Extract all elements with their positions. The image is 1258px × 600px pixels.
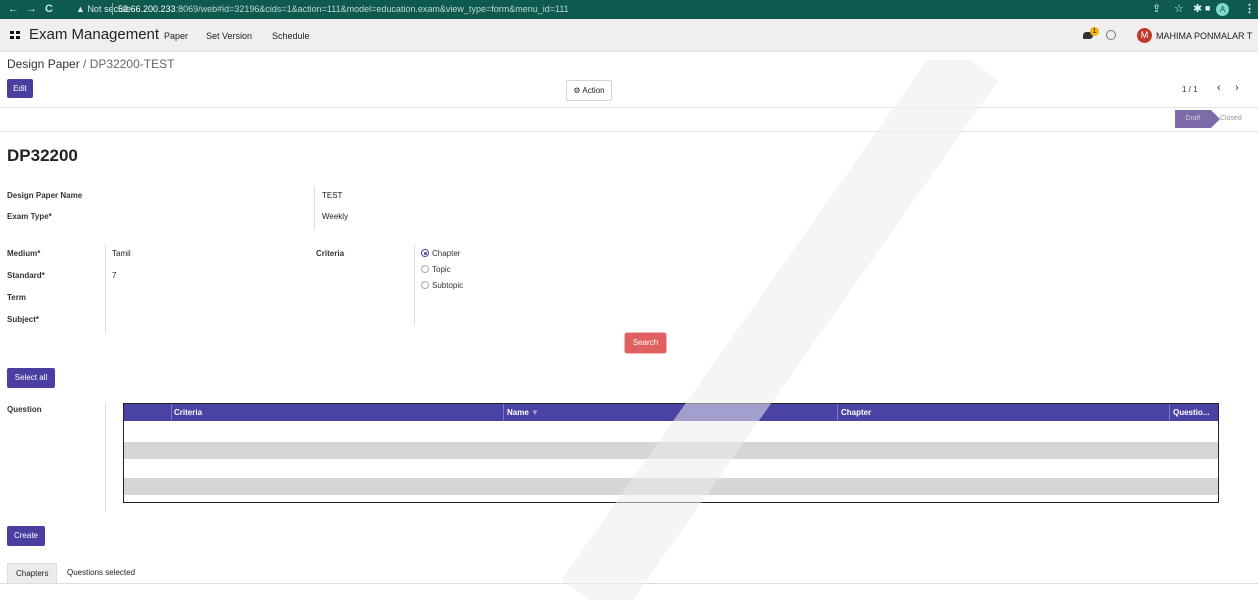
table-row xyxy=(124,424,1218,441)
share-icon[interactable]: ⇪ xyxy=(1152,2,1161,15)
star-icon[interactable]: ☆ xyxy=(1174,2,1184,15)
subject-label: Subject* xyxy=(7,315,40,324)
profile-avatar[interactable]: A xyxy=(1216,3,1229,16)
criteria-option-subtopic[interactable]: Subtopic xyxy=(432,281,463,290)
pager-value[interactable]: 1 / 1 xyxy=(1182,85,1198,94)
field-divider xyxy=(414,244,415,326)
status-closed[interactable]: Closed xyxy=(1220,110,1242,128)
breadcrumb: Design Paper / DP32200-TEST xyxy=(7,57,174,71)
tab-questions-selected[interactable]: Questions selected xyxy=(67,563,135,583)
exam-type-value: Weekly xyxy=(322,212,349,221)
table-header: Criteria Name ▼ Chapter Questio... xyxy=(124,404,1218,421)
watermark xyxy=(561,60,999,600)
design-paper-name-value: TEST xyxy=(322,191,343,200)
column-chapter[interactable]: Chapter xyxy=(841,408,871,417)
status-bar xyxy=(0,107,1258,132)
url-separator xyxy=(112,3,113,15)
back-icon[interactable]: ← xyxy=(8,3,19,15)
column-name[interactable]: Name ▼ xyxy=(507,408,539,417)
extension-icon[interactable]: ✱ xyxy=(1193,2,1202,15)
criteria-radio-topic[interactable] xyxy=(421,265,429,273)
breadcrumb-parent[interactable]: Design Paper xyxy=(7,57,80,71)
action-label: Action xyxy=(582,86,605,95)
medium-value: Tamil xyxy=(112,249,131,258)
breadcrumb-current: DP32200-TEST xyxy=(89,57,175,71)
kebab-icon[interactable]: ⋮ xyxy=(1244,2,1255,15)
field-divider xyxy=(105,402,106,512)
breadcrumb-separator: / xyxy=(79,57,90,71)
user-name[interactable]: MAHIMA PONMALAR T xyxy=(1156,31,1252,41)
status-draft[interactable]: Draft xyxy=(1175,110,1220,128)
record-title: DP32200 xyxy=(7,146,78,165)
url-host: 52.66.200.233 xyxy=(118,4,176,14)
criteria-option-topic[interactable]: Topic xyxy=(432,265,451,274)
tab-chapters[interactable]: Chapters xyxy=(7,563,58,584)
column-divider xyxy=(1169,404,1170,421)
standard-value: 7 xyxy=(112,271,117,280)
column-criteria[interactable]: Criteria xyxy=(174,408,202,417)
search-button[interactable]: Search xyxy=(625,333,666,353)
user-avatar[interactable]: M xyxy=(1137,28,1152,43)
column-questions[interactable]: Questio... xyxy=(1173,408,1209,417)
column-divider xyxy=(837,404,838,421)
column-divider xyxy=(171,404,172,421)
app-navbar: Exam Management Paper Set Version Schedu… xyxy=(0,19,1258,52)
action-button[interactable]: ⚙ Action xyxy=(566,80,612,101)
url-path: :8069/web#id=32196&cids=1&action=111&mod… xyxy=(175,4,569,14)
select-all-button[interactable]: Select all xyxy=(7,368,55,388)
tab-underline xyxy=(0,583,1258,584)
exam-type-label: Exam Type* xyxy=(7,212,52,221)
apps-icon[interactable] xyxy=(10,31,20,39)
question-label: Question xyxy=(7,405,42,414)
forward-icon[interactable]: → xyxy=(26,3,37,15)
field-divider xyxy=(105,244,106,334)
menu-schedule[interactable]: Schedule xyxy=(272,31,310,41)
sort-icon: ▼ xyxy=(531,408,539,417)
message-count-badge: 1 xyxy=(1090,27,1099,36)
sidepanel-icon[interactable]: ■ xyxy=(1205,3,1210,13)
app-brand[interactable]: Exam Management xyxy=(29,26,159,43)
clock-icon[interactable] xyxy=(1106,30,1116,40)
column-divider xyxy=(503,404,504,421)
criteria-radio-chapter[interactable] xyxy=(421,249,429,257)
medium-label: Medium* xyxy=(7,249,41,258)
prev-icon[interactable]: ‹ xyxy=(1217,82,1221,94)
browser-toolbar: ← → C ▲ Not secure 52.66.200.233:8069/we… xyxy=(0,0,1258,19)
edit-button[interactable]: Edit xyxy=(7,79,33,98)
criteria-radio-subtopic[interactable] xyxy=(421,281,429,289)
table-row xyxy=(124,478,1218,495)
standard-label: Standard* xyxy=(7,271,45,280)
question-table: Criteria Name ▼ Chapter Questio... xyxy=(123,403,1219,503)
table-row xyxy=(124,460,1218,477)
next-icon[interactable]: › xyxy=(1235,82,1239,94)
table-row xyxy=(124,442,1218,459)
warning-icon: ▲ xyxy=(76,4,85,14)
criteria-option-chapter[interactable]: Chapter xyxy=(432,249,460,258)
url-bar[interactable]: 52.66.200.233:8069/web#id=32196&cids=1&a… xyxy=(118,4,569,14)
criteria-label: Criteria xyxy=(316,249,345,258)
design-paper-name-label: Design Paper Name xyxy=(7,191,83,200)
gear-icon: ⚙ xyxy=(573,86,581,95)
menu-paper[interactable]: Paper xyxy=(164,31,188,41)
column-name-label: Name xyxy=(507,408,529,417)
term-label: Term xyxy=(7,293,26,302)
menu-set-version[interactable]: Set Version xyxy=(206,31,252,41)
reload-icon[interactable]: C xyxy=(45,3,53,15)
field-divider xyxy=(314,186,315,230)
create-button[interactable]: Create xyxy=(7,526,45,546)
